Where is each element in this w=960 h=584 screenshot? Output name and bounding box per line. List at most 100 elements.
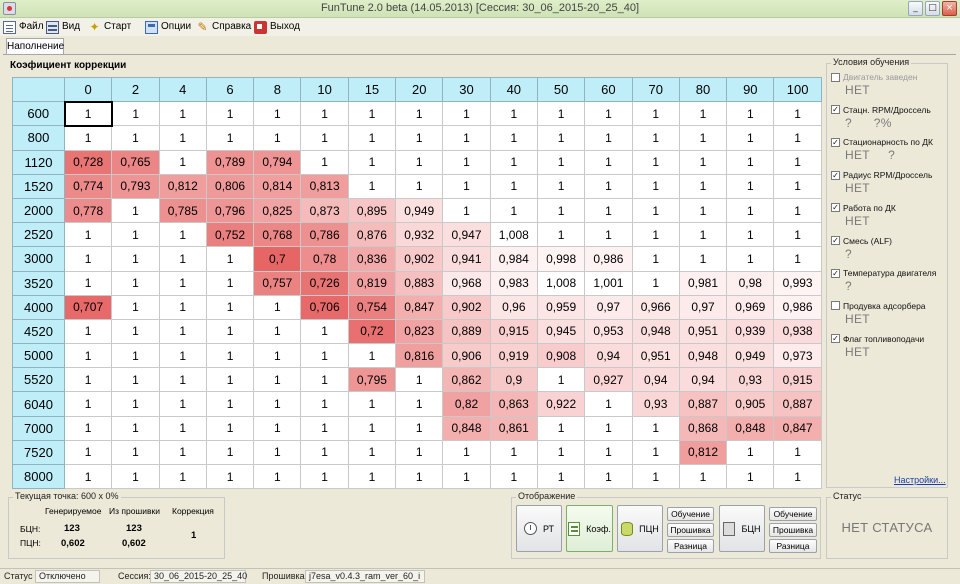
table-cell[interactable]: 1 <box>536 101 586 127</box>
table-cell[interactable]: 1 <box>63 463 113 490</box>
table-cell[interactable]: 1 <box>395 463 444 490</box>
table-cell[interactable]: 1 <box>158 125 207 151</box>
table-cell[interactable]: 1 <box>205 463 255 490</box>
table-cell[interactable]: 1 <box>158 246 207 272</box>
table-cell[interactable]: 0,953 <box>584 318 633 345</box>
table-cell[interactable]: 1 <box>395 173 444 199</box>
table-cell[interactable]: 0,887 <box>773 391 822 417</box>
table-cell[interactable]: 1 <box>347 415 397 441</box>
table-cell[interactable]: 1 <box>631 173 680 199</box>
condition-checkbox[interactable] <box>831 301 840 311</box>
condition-row[interactable]: ✓ Смесь (ALF) <box>831 236 949 246</box>
table-cell[interactable]: 1 <box>63 439 113 466</box>
table-cell[interactable]: 1 <box>253 415 302 441</box>
table-cell[interactable]: 0,883 <box>395 270 444 296</box>
table-cell[interactable]: 0,94 <box>584 343 633 369</box>
table-cell[interactable]: 1 <box>111 294 160 320</box>
table-cell[interactable]: 0,813 <box>300 173 349 199</box>
table-cell[interactable]: 0,812 <box>158 173 207 199</box>
condition-checkbox[interactable]: ✓ <box>831 170 840 180</box>
table-cell[interactable]: 1 <box>253 463 302 490</box>
table-cell[interactable]: 1 <box>489 125 538 151</box>
table-cell[interactable]: 1 <box>205 415 255 441</box>
table-cell[interactable]: 1 <box>111 246 160 272</box>
bcn-diff-button[interactable]: Разница <box>769 539 817 553</box>
table-cell[interactable]: 0,889 <box>442 318 491 345</box>
table-cell[interactable]: 1 <box>442 173 491 199</box>
table-cell[interactable]: 1 <box>63 125 113 151</box>
table-cell[interactable]: 1 <box>631 149 680 175</box>
table-cell[interactable]: 0,778 <box>63 197 113 224</box>
table-cell[interactable]: 1 <box>773 463 822 490</box>
table-cell[interactable]: 1 <box>489 197 538 224</box>
minimize-button[interactable]: _ <box>908 1 923 16</box>
table-cell[interactable]: 1 <box>205 294 255 320</box>
table-cell[interactable]: 1 <box>395 415 444 441</box>
table-cell[interactable]: 1 <box>536 197 586 224</box>
table-cell[interactable]: 1 <box>395 125 444 151</box>
table-cell[interactable]: 1 <box>205 270 255 296</box>
table-cell[interactable]: 1 <box>489 101 538 127</box>
table-cell[interactable]: 0,868 <box>678 415 728 441</box>
table-cell[interactable]: 1 <box>489 439 538 466</box>
table-cell[interactable]: 0,7 <box>253 246 302 272</box>
table-cell[interactable]: 1 <box>726 246 775 272</box>
table-cell[interactable]: 0,998 <box>536 246 586 272</box>
table-cell[interactable]: 1 <box>63 246 113 272</box>
table-cell[interactable]: 1 <box>347 101 397 127</box>
table-cell[interactable]: 1 <box>442 125 491 151</box>
close-button[interactable]: × <box>942 1 957 16</box>
table-cell[interactable]: 1 <box>158 270 207 296</box>
condition-row[interactable]: ✓ Работа по ДК <box>831 203 949 213</box>
table-cell[interactable]: 0,93 <box>726 367 775 393</box>
table-cell[interactable]: 0,78 <box>300 246 349 272</box>
table-cell[interactable]: 1 <box>442 101 491 127</box>
tab-fill[interactable]: Наполнение <box>6 38 64 55</box>
table-cell[interactable]: 0,959 <box>536 294 586 320</box>
table-cell[interactable]: 1 <box>536 173 586 199</box>
table-cell[interactable]: 1 <box>489 173 538 199</box>
table-cell[interactable]: 1 <box>111 367 160 393</box>
table-cell[interactable]: 1 <box>253 125 302 151</box>
table-cell[interactable]: 0,757 <box>253 270 302 296</box>
table-cell[interactable]: 1 <box>773 439 822 466</box>
table-cell[interactable]: 1 <box>205 246 255 272</box>
table-cell[interactable]: 1 <box>158 294 207 320</box>
table-cell[interactable]: 1 <box>300 318 349 345</box>
table-cell[interactable]: 0,876 <box>347 222 397 248</box>
table-cell[interactable]: 1 <box>158 463 207 490</box>
condition-checkbox[interactable]: ✓ <box>831 236 840 245</box>
table-cell[interactable]: 1 <box>536 415 586 441</box>
table-cell[interactable]: 1 <box>395 367 444 393</box>
table-cell[interactable]: 0,922 <box>536 391 586 417</box>
table-cell[interactable]: 0,973 <box>773 343 822 369</box>
table-cell[interactable]: 1 <box>63 100 113 127</box>
table-cell[interactable]: 0,825 <box>253 197 302 224</box>
table-cell[interactable]: 0,863 <box>489 391 538 417</box>
table-cell[interactable]: 1 <box>158 101 207 127</box>
table-cell[interactable]: 1 <box>111 197 160 224</box>
condition-row[interactable]: Продувка адсорбера <box>831 301 949 311</box>
table-cell[interactable]: 1 <box>111 125 160 151</box>
table-cell[interactable]: 0,836 <box>347 246 397 272</box>
table-cell[interactable]: 1 <box>536 149 586 175</box>
condition-checkbox[interactable]: ✓ <box>831 105 840 115</box>
table-cell[interactable]: 0,94 <box>631 367 680 393</box>
condition-row[interactable]: ✓ Стационарность по ДК <box>831 137 949 147</box>
table-cell[interactable]: 0,789 <box>205 149 255 175</box>
menu-options[interactable]: Опции <box>145 19 191 35</box>
table-cell[interactable]: 1 <box>158 367 207 393</box>
table-cell[interactable]: 0,97 <box>584 294 633 320</box>
table-cell[interactable]: 1 <box>253 101 302 127</box>
condition-row[interactable]: ✓ Флаг топливоподачи <box>831 334 949 344</box>
table-cell[interactable]: 1 <box>205 343 255 369</box>
table-cell[interactable]: 1 <box>300 463 349 490</box>
table-cell[interactable]: 0,848 <box>442 415 491 441</box>
table-cell[interactable]: 1 <box>773 222 822 248</box>
table-cell[interactable]: 1 <box>395 439 444 466</box>
table-cell[interactable]: 1 <box>300 125 349 151</box>
table-cell[interactable]: 1 <box>253 391 302 417</box>
table-cell[interactable]: 1 <box>584 173 633 199</box>
table-cell[interactable]: 1 <box>489 149 538 175</box>
table-cell[interactable]: 1 <box>300 367 349 393</box>
